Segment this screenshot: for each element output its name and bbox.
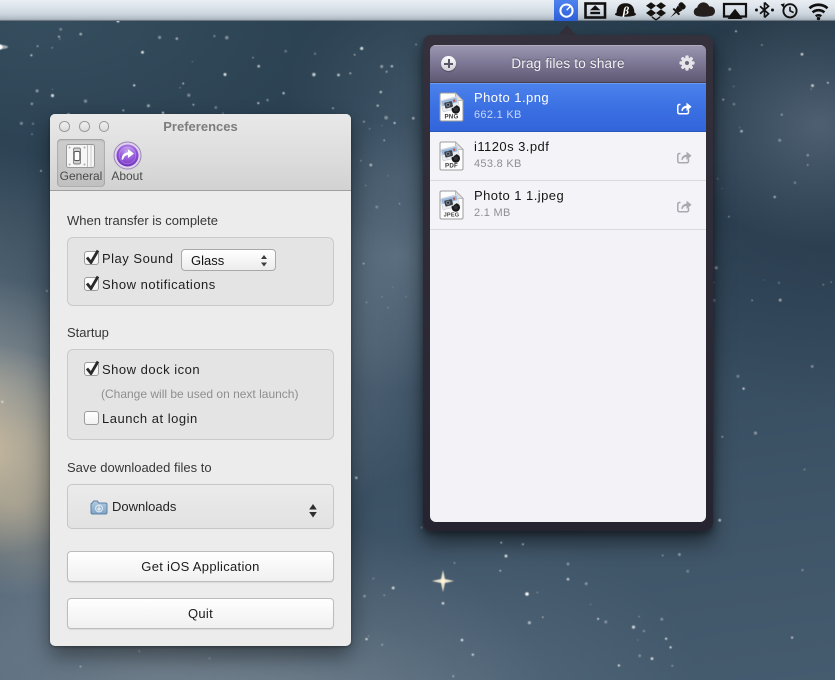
svg-text:PNG: PNG xyxy=(444,114,458,121)
svg-text:JPEG: JPEG xyxy=(444,213,460,219)
svg-text:PDF: PDF xyxy=(445,163,458,170)
svg-text:β: β xyxy=(622,4,630,18)
